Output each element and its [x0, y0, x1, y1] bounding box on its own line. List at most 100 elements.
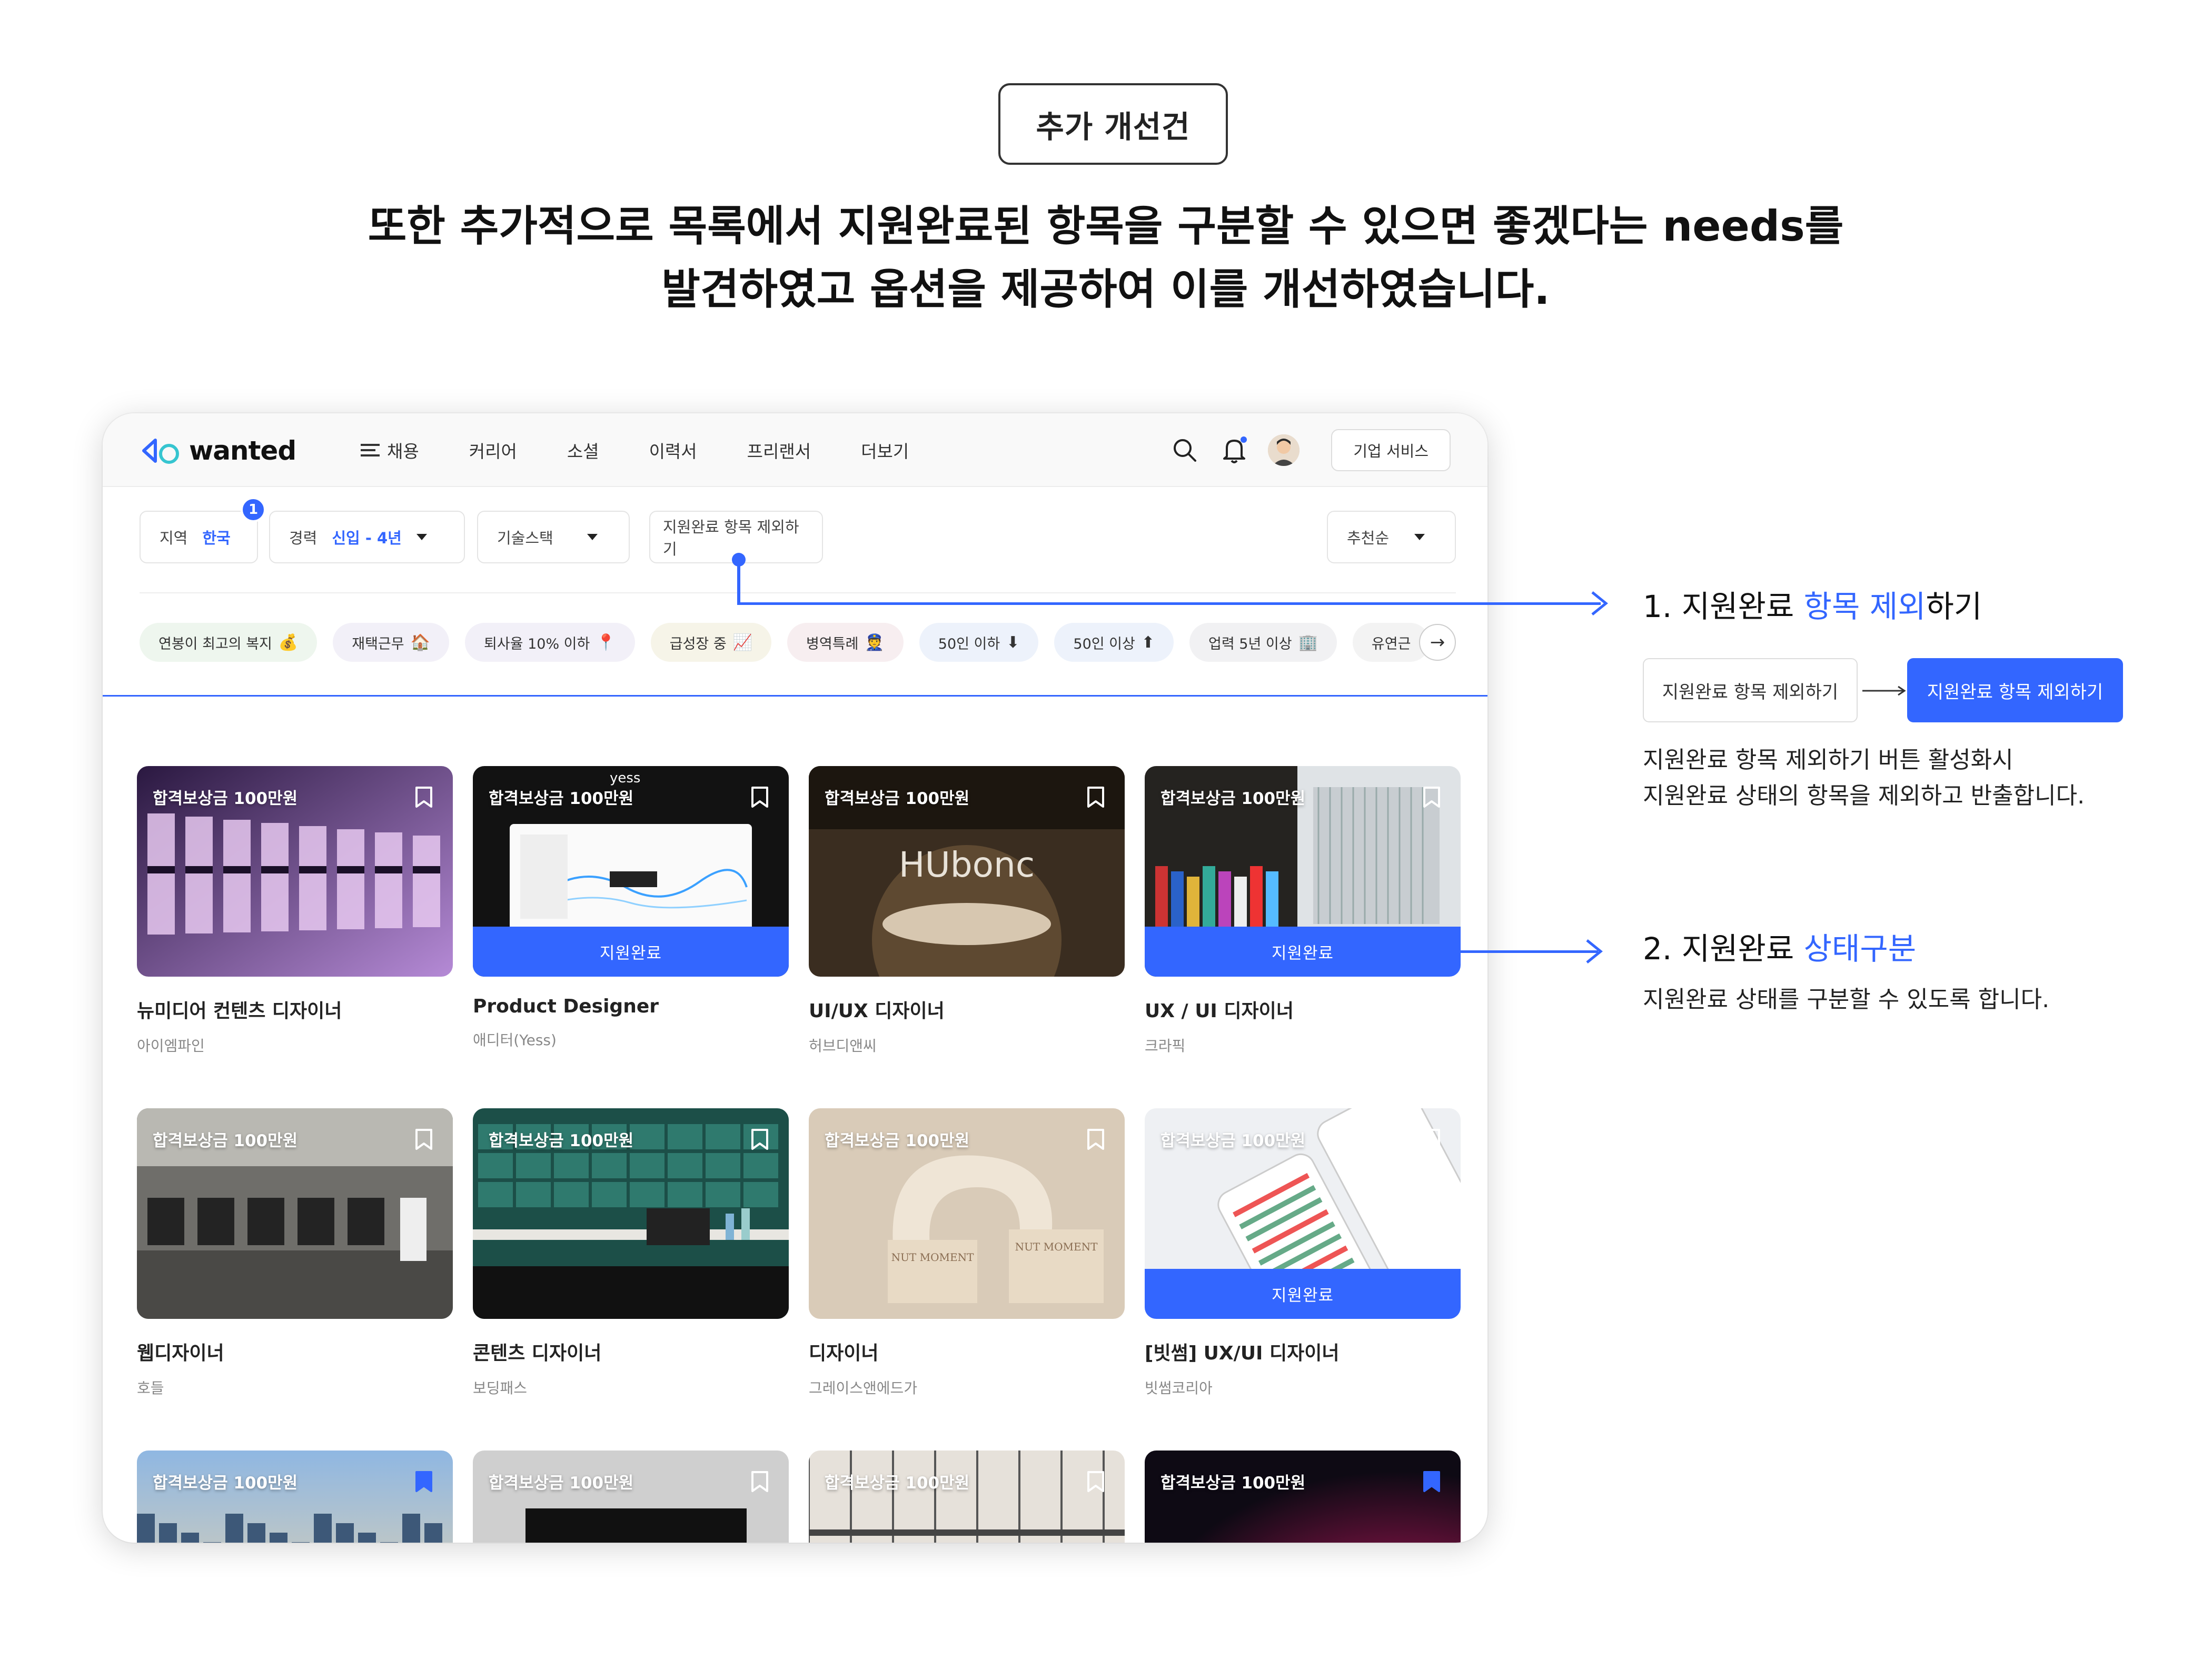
tag-pill[interactable]: 급성장 중 📈	[650, 623, 772, 662]
skill-filter[interactable]: 기술스택	[477, 511, 630, 563]
tag-pill-label: 연봉이 최고의 복지	[158, 635, 272, 652]
bookmark-filled-icon[interactable]	[415, 1471, 433, 1493]
job-card[interactable]: 합격보상금 100만원	[809, 1451, 1125, 1543]
bookmark-icon[interactable]	[1087, 1471, 1105, 1493]
job-card-thumbnail: 합격보상금 100만원 지원완료	[1145, 1108, 1461, 1319]
avatar[interactable]	[1268, 434, 1300, 466]
nut-moment-label: NUT MOMENT	[1015, 1240, 1098, 1253]
job-card[interactable]: 합격보상금 100만원	[137, 1451, 453, 1543]
notification-button[interactable]	[1218, 434, 1250, 466]
menu-item-jobs[interactable]: 채용	[361, 438, 419, 463]
career-label: 경력	[289, 529, 318, 547]
job-card[interactable]: NUT MOMENT NUT MOMENT 합격보상금 100만원 디자이너 그레이스앤…	[809, 1108, 1125, 1398]
tag-pill-label: 업력 5년 이상	[1208, 635, 1292, 652]
job-title: 뉴미디어 컨텐츠 디자이너	[137, 1000, 342, 1022]
tag-pill[interactable]: 연봉이 최고의 복지 💰	[140, 623, 318, 662]
chevron-down-icon	[1414, 534, 1425, 540]
job-card-thumbnail: HUbonc 합격보상금 100만원	[809, 766, 1125, 977]
callout-1-desc-line-1: 지원완료 항목 제외하기 버튼 활성화시	[1643, 747, 2013, 773]
bell-icon	[1223, 436, 1247, 463]
job-card[interactable]: HUbonc 합격보상금 100만원 UI/UX 디자이너 허브디앤씨	[809, 766, 1125, 1056]
bookmark-icon[interactable]	[751, 786, 769, 808]
job-card[interactable]: 합격보상금 100만원 콘텐츠 디자이너 보딩패스	[473, 1108, 789, 1398]
hamburger-icon	[361, 444, 380, 456]
tag-pill[interactable]: 50인 이하 ⬇	[919, 623, 1039, 662]
wanted-logo[interactable]: wanted	[140, 432, 296, 469]
tag-pill[interactable]: 50인 이상 ⬆	[1054, 623, 1174, 662]
company-name: 애디터(Yess)	[473, 1031, 557, 1049]
callout-1-prefix: 1. 지원완료	[1643, 589, 1804, 624]
reward-label: 합격보상금 100만원	[825, 1131, 970, 1150]
callout-2-highlight: 상태구분	[1803, 931, 1917, 967]
exclude-toggle-on-example: 지원완료 항목 제외하기	[1907, 658, 2123, 722]
tag-pill-emoji-icon: ⬇	[1006, 633, 1020, 652]
tag-pill[interactable]: 재택근무 🏠	[333, 623, 449, 662]
reward-label: 합격보상금 100만원	[489, 1131, 634, 1150]
sort-select[interactable]: 추천순	[1327, 511, 1456, 563]
menu-item-career[interactable]: 커리어	[469, 438, 517, 463]
bookmark-icon[interactable]	[1423, 1128, 1441, 1150]
job-card[interactable]: 합격보상금 100만원 웹디자이너 호들	[137, 1108, 453, 1398]
company-name: 그레이스앤에드가	[809, 1379, 918, 1397]
callout-1-title: 1. 지원완료 항목 제외하기	[1643, 582, 1982, 626]
main-menu: 채용 커리어 소셜 이력서 프리랜서 더보기	[361, 434, 959, 466]
menu-item-label: 채용	[387, 441, 419, 462]
hubdnc-sign: HUbonc	[899, 845, 1035, 885]
tag-pill-label: 50인 이하	[938, 635, 1000, 652]
tag-pill[interactable]: 퇴사율 10% 이하 📍	[464, 623, 635, 662]
nav-actions: 기업 서비스	[1169, 429, 1451, 471]
bookmark-icon[interactable]	[415, 786, 433, 808]
menu-item-freelancer[interactable]: 프리랜서	[747, 438, 811, 463]
job-card[interactable]: 합격보상금 100만원	[1145, 1451, 1461, 1543]
bookmark-icon[interactable]	[415, 1128, 433, 1150]
tag-pill[interactable]: 유연근	[1352, 623, 1430, 662]
tag-pill-label: 급성장 중	[669, 635, 727, 652]
job-card[interactable]: 합격보상금 100만원 지원완료 yess Product Designer 애디터(Y…	[473, 766, 789, 1050]
tag-pill-emoji-icon: ⬆	[1141, 633, 1155, 652]
company-name: 허브디앤씨	[809, 1037, 877, 1055]
applied-status-banner: 지원완료	[1145, 927, 1461, 977]
job-card-thumbnail: 합격보상금 100만원 지원완료	[1145, 766, 1461, 977]
job-card-thumbnail: NUT MOMENT NUT MOMENT 합격보상금 100만원	[809, 1108, 1125, 1319]
headline-line-1: 또한 추가적으로 목록에서 지원완료된 항목을 구분할 수 있으면 좋겠다는 n…	[368, 202, 1844, 251]
job-card[interactable]: 합격보상금 100만원뉴미디어 컨텐츠 디자이너아이엠파인	[137, 766, 453, 1056]
reward-label: 합격보상금 100만원	[1160, 1131, 1306, 1150]
menu-item-more[interactable]: 더보기	[861, 438, 909, 463]
section-tag: 추가 개선건	[998, 83, 1228, 165]
job-title: 웹디자이너	[137, 1343, 224, 1364]
job-title: 디자이너	[809, 1343, 879, 1364]
connector-2-horizontal	[1459, 950, 1598, 953]
chevron-down-icon	[416, 534, 427, 540]
job-card[interactable]: 합격보상금 100만원	[473, 1451, 789, 1543]
region-filter[interactable]: 지역 한국	[140, 511, 258, 563]
tag-scroll-next-button[interactable]: →	[1419, 624, 1456, 661]
reward-label: 합격보상금 100만원	[153, 789, 298, 808]
region-value: 한국	[202, 529, 231, 547]
tag-row: 연봉이 최고의 복지 💰 재택근무 🏠 퇴사율 10% 이하 📍 급성장 중 📈 병역특례 👮 50…	[140, 621, 1456, 663]
reward-label: 합격보상금 100만원	[153, 1474, 298, 1493]
job-card[interactable]: 합격보상금 100만원 지원완료 [빗썸] UX/UI 디자이너 빗썸코리아	[1145, 1108, 1461, 1398]
job-card-thumbnail: 합격보상금 100만원	[473, 1108, 789, 1319]
job-card[interactable]: 합격보상금 100만원 지원완료 UX / UI 디자이너 크라픽	[1145, 766, 1461, 1056]
career-filter[interactable]: 경력 신입 - 4년	[269, 511, 465, 563]
bookmark-icon[interactable]	[1423, 786, 1441, 808]
business-service-button[interactable]: 기업 서비스	[1331, 429, 1451, 471]
tag-pill[interactable]: 업력 5년 이상 🏢	[1189, 623, 1337, 662]
region-count-badge: 1	[241, 497, 266, 522]
menu-item-resume[interactable]: 이력서	[649, 438, 697, 463]
menu-item-social[interactable]: 소셜	[567, 438, 599, 463]
reward-label: 합격보상금 100만원	[153, 1131, 298, 1150]
bookmark-icon[interactable]	[1087, 786, 1105, 808]
bookmark-icon[interactable]	[751, 1471, 769, 1493]
bookmark-icon[interactable]	[1087, 1128, 1105, 1150]
tag-pill-emoji-icon: 📍	[596, 633, 616, 652]
search-button[interactable]	[1169, 434, 1201, 466]
tag-pill-emoji-icon: 🏠	[410, 633, 430, 652]
sort-label: 추천순	[1347, 529, 1390, 547]
bookmark-icon[interactable]	[751, 1128, 769, 1150]
callout-1-suffix: 하기	[1926, 589, 1982, 624]
company-name: 아이엠파인	[137, 1037, 205, 1055]
bookmark-filled-icon[interactable]	[1423, 1471, 1441, 1493]
arrow-right-icon	[1862, 686, 1906, 696]
tag-pill[interactable]: 병역특례 👮	[787, 623, 904, 662]
